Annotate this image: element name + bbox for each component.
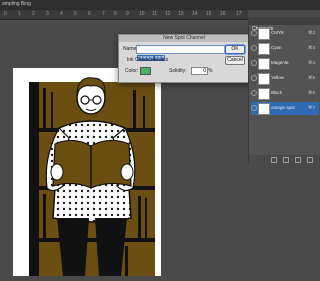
channel-shortcut: ⌘4 <box>307 60 315 65</box>
ruler-tick: 4 <box>60 11 63 17</box>
channel-thumbnail <box>258 103 270 115</box>
channels-panel: Channels CMYK ⌘2 Cyan ⌘3 Magenta ⌘4 Yell… <box>248 17 320 163</box>
channel-label: orange spot <box>271 105 295 110</box>
channel-row-black[interactable]: Black ⌘6 <box>251 87 319 100</box>
name-input[interactable]: orange spot <box>136 45 232 61</box>
save-selection-icon[interactable] <box>283 157 289 163</box>
channel-label: Cyan <box>271 45 282 50</box>
eye-icon[interactable] <box>251 60 257 66</box>
ruler-tick: 2 <box>32 11 35 17</box>
channel-shortcut: ⌘2 <box>307 30 315 35</box>
document-canvas[interactable] <box>13 68 161 276</box>
delete-channel-icon[interactable] <box>307 157 313 163</box>
ruler-tick: 10 <box>139 11 145 17</box>
channel-thumbnail <box>258 58 270 70</box>
dialog-title: New Spot Channel <box>119 35 249 42</box>
eye-icon[interactable] <box>251 75 257 81</box>
horizontal-ruler: 0 1 2 3 4 5 6 7 8 9 10 11 12 13 14 15 16… <box>0 10 248 20</box>
channel-shortcut: ⌘6 <box>307 90 315 95</box>
channel-shortcut: ⌘7 <box>307 105 315 110</box>
channel-row-orange-spot[interactable]: orange spot ⌘7 <box>251 102 319 115</box>
color-swatch[interactable] <box>140 67 151 75</box>
channel-thumbnail <box>258 28 270 40</box>
channel-label: CMYK <box>271 30 285 35</box>
ruler-tick: 1 <box>18 11 21 17</box>
ruler-tick: 14 <box>192 11 198 17</box>
channel-row-yellow[interactable]: Yellow ⌘5 <box>251 72 319 85</box>
ruler-tick: 5 <box>74 11 77 17</box>
ruler-tick: 17 <box>236 11 242 17</box>
channel-thumbnail <box>258 73 270 85</box>
eye-icon[interactable] <box>251 45 257 51</box>
ink-characteristics-label: Ink Characteristics <box>127 57 169 63</box>
ruler-tick: 0 <box>4 11 7 17</box>
channel-label: Yellow <box>271 75 284 80</box>
document-tab[interactable]: ampling Bing <box>0 0 320 10</box>
solidity-unit: % <box>208 68 213 74</box>
color-label: Color: <box>125 68 139 74</box>
ruler-tick: 9 <box>126 11 129 17</box>
ruler-tick: 16 <box>220 11 226 17</box>
new-spot-channel-dialog: New Spot Channel Name: orange spot OK Ca… <box>118 34 250 83</box>
solidity-label: Solidity: <box>169 68 187 74</box>
cancel-button[interactable]: Cancel <box>225 56 245 65</box>
solidity-input[interactable]: 0 <box>191 67 208 75</box>
load-selection-icon[interactable] <box>271 157 277 163</box>
channel-row-cyan[interactable]: Cyan ⌘3 <box>251 42 319 55</box>
ruler-tick: 6 <box>88 11 91 17</box>
eye-icon[interactable] <box>251 105 257 111</box>
ok-button[interactable]: OK <box>225 45 245 54</box>
panel-footer <box>249 155 320 163</box>
ruler-tick: 8 <box>114 11 117 17</box>
channel-label: Black <box>271 90 283 95</box>
channel-thumbnail <box>258 43 270 55</box>
ruler-tick: 12 <box>165 11 171 17</box>
ruler-tick: 7 <box>102 11 105 17</box>
illustration-artwork <box>29 77 155 276</box>
ruler-tick: 13 <box>178 11 184 17</box>
eye-icon[interactable] <box>251 90 257 96</box>
channel-shortcut: ⌘5 <box>307 75 315 80</box>
document-title: ampling Bing <box>2 1 31 7</box>
channel-label: Magenta <box>271 60 289 65</box>
new-channel-icon[interactable] <box>295 157 301 163</box>
channel-row-cmyk[interactable]: CMYK ⌘2 <box>251 27 319 40</box>
panel-header: Channels <box>249 17 320 33</box>
channel-row-magenta[interactable]: Magenta ⌘4 <box>251 57 319 70</box>
ruler-tick: 3 <box>46 11 49 17</box>
eye-icon[interactable] <box>251 30 257 36</box>
channel-thumbnail <box>258 88 270 100</box>
ruler-tick: 11 <box>152 11 158 17</box>
ruler-tick: 15 <box>206 11 212 17</box>
channel-shortcut: ⌘3 <box>307 45 315 50</box>
